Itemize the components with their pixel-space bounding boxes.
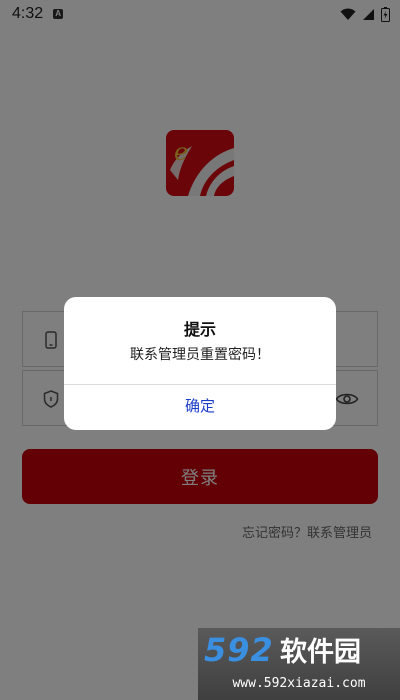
confirm-button[interactable]: 确定	[64, 385, 336, 430]
svg-text:软件园: 软件园	[280, 637, 361, 668]
dialog-title: 提示	[183, 320, 216, 339]
dialog-message: 联系管理员重置密码！	[130, 347, 270, 363]
svg-text:592: 592	[204, 632, 274, 668]
login-screen: 4:32 A e	[0, 0, 400, 700]
watermark: 592 软件园 www.592xiazai.com	[198, 628, 400, 700]
alert-dialog: 提示 联系管理员重置密码！ 确定	[64, 297, 336, 430]
watermark-url: www.592xiazai.com	[232, 676, 366, 691]
watermark-logo: 592 软件园	[204, 632, 361, 668]
